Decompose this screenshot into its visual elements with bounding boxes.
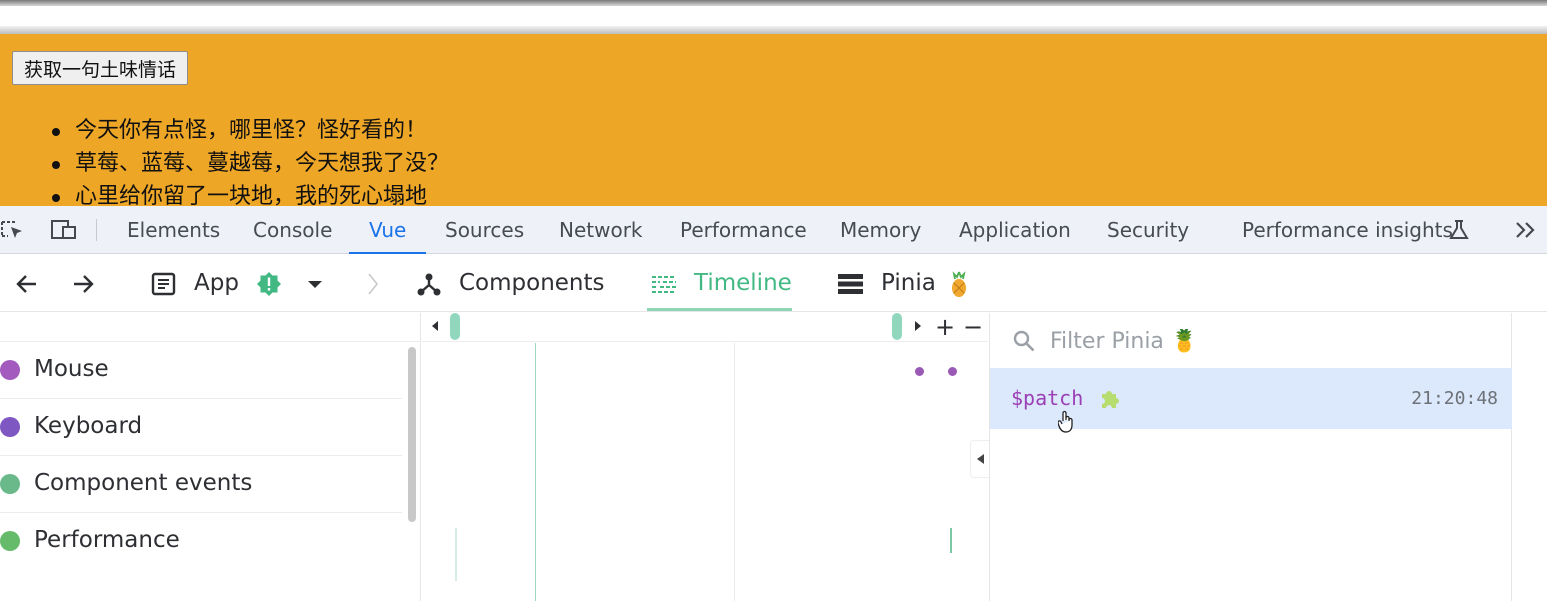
browser-chrome [0,0,1547,34]
vue-devtools-toolbar: App Components Timeline Pinia [0,255,1547,312]
chrome-edge [0,0,1547,6]
timeline-event-tick [455,528,457,581]
tab-security[interactable]: Security [1107,206,1189,254]
layer-color-dot [0,531,20,551]
list-item: 草莓、蓝莓、蔓越莓，今天想我了没？ [50,147,449,180]
layer-row-mouse[interactable]: Mouse [0,342,402,399]
layer-row-component-events[interactable]: Component events [0,456,402,513]
tab-pinia[interactable]: Pinia [881,255,936,312]
tab-console[interactable]: Console [253,206,332,254]
tab-vue[interactable]: Vue [348,206,427,254]
timeline-event-tick [950,528,952,553]
get-love-quote-button[interactable]: 获取一句土味情话 [12,51,189,85]
app-selector-label[interactable]: App [194,255,239,312]
layers-header [0,313,421,342]
timeline-layers-list: Mouse Keyboard Component events Performa… [0,313,421,601]
app-icon [151,271,177,297]
breadcrumb-chevron-icon [360,271,386,297]
tab-performance-insights[interactable]: Performance insights [1242,206,1453,254]
chrome-edge [0,26,1547,34]
device-toolbar-icon[interactable] [50,218,76,242]
devtools-tab-bar: Elements Console Vue Sources Network Per… [0,206,1547,254]
timeline-event-dot[interactable] [915,367,924,376]
list-item: 今天你有点怪，哪里怪？怪好看的！ [50,114,449,147]
timeline-cursor-line [535,343,536,601]
tab-separator [96,219,97,241]
flask-icon [1446,218,1472,242]
forward-arrow-icon[interactable] [70,271,96,297]
active-tab-indicator [647,308,792,311]
pineapple-icon [948,271,974,297]
tab-timeline[interactable]: Timeline [694,255,792,312]
range-start-handle[interactable] [450,313,460,340]
search-icon [1012,329,1036,353]
timeline-event-dot[interactable] [948,367,957,376]
tab-components[interactable]: Components [459,255,605,312]
filter-pinia-input[interactable] [1050,323,1450,359]
timeline-canvas[interactable]: + − [422,313,988,601]
timeline-icon [651,271,677,297]
filter-bar [990,313,1513,368]
scroll-left-icon[interactable] [432,321,438,331]
tab-network[interactable]: Network [559,206,643,254]
list-item: 心里给你留了一块地，我的死心塌地 [50,180,449,206]
app-dropdown-icon[interactable] [302,271,328,297]
timeline-grid-line [734,343,735,601]
layer-color-dot [0,474,20,494]
layer-color-dot [0,417,20,437]
layer-color-dot [0,360,20,380]
layer-label: Keyboard [34,413,143,439]
tab-application[interactable]: Application [959,206,1071,254]
collapse-left-icon [977,454,984,464]
layer-label: Performance [34,527,180,553]
layer-row-performance[interactable]: Performance [0,513,402,570]
event-timestamp: 21:20:48 [1411,388,1498,409]
zoom-in-button[interactable]: + [935,313,955,342]
zoom-out-button[interactable]: − [963,313,983,342]
right-pane [1513,313,1547,601]
layer-row-keyboard[interactable]: Keyboard [0,399,402,456]
layer-label: Mouse [34,356,109,382]
layers-scrollbar[interactable] [408,347,416,522]
quote-list: 今天你有点怪，哪里怪？怪好看的！ 草莓、蓝莓、蔓越莓，今天想我了没？ 心里给你留… [50,114,449,206]
tab-memory[interactable]: Memory [840,206,921,254]
tab-performance[interactable]: Performance [680,206,807,254]
tab-elements[interactable]: Elements [127,206,220,254]
inspect-element-icon[interactable] [0,218,26,242]
events-panel: $patch 21:20:48 [989,313,1512,601]
tab-sources[interactable]: Sources [445,206,524,254]
page-content: 获取一句土味情话 今天你有点怪，哪里怪？怪好看的！ 草莓、蓝莓、蔓越莓，今天想我… [0,34,1547,206]
layer-label: Component events [34,470,253,496]
range-end-handle[interactable] [892,313,902,340]
timeline-scrubber: + − [422,313,988,342]
warning-badge-icon [256,271,282,297]
scroll-right-icon[interactable] [915,321,921,331]
back-arrow-icon[interactable] [14,271,40,297]
puzzle-piece-icon [1098,387,1120,409]
hand-cursor-icon [1057,410,1076,434]
pinia-store-icon [837,271,863,297]
components-icon [416,271,442,297]
more-tabs-icon[interactable] [1512,218,1540,242]
